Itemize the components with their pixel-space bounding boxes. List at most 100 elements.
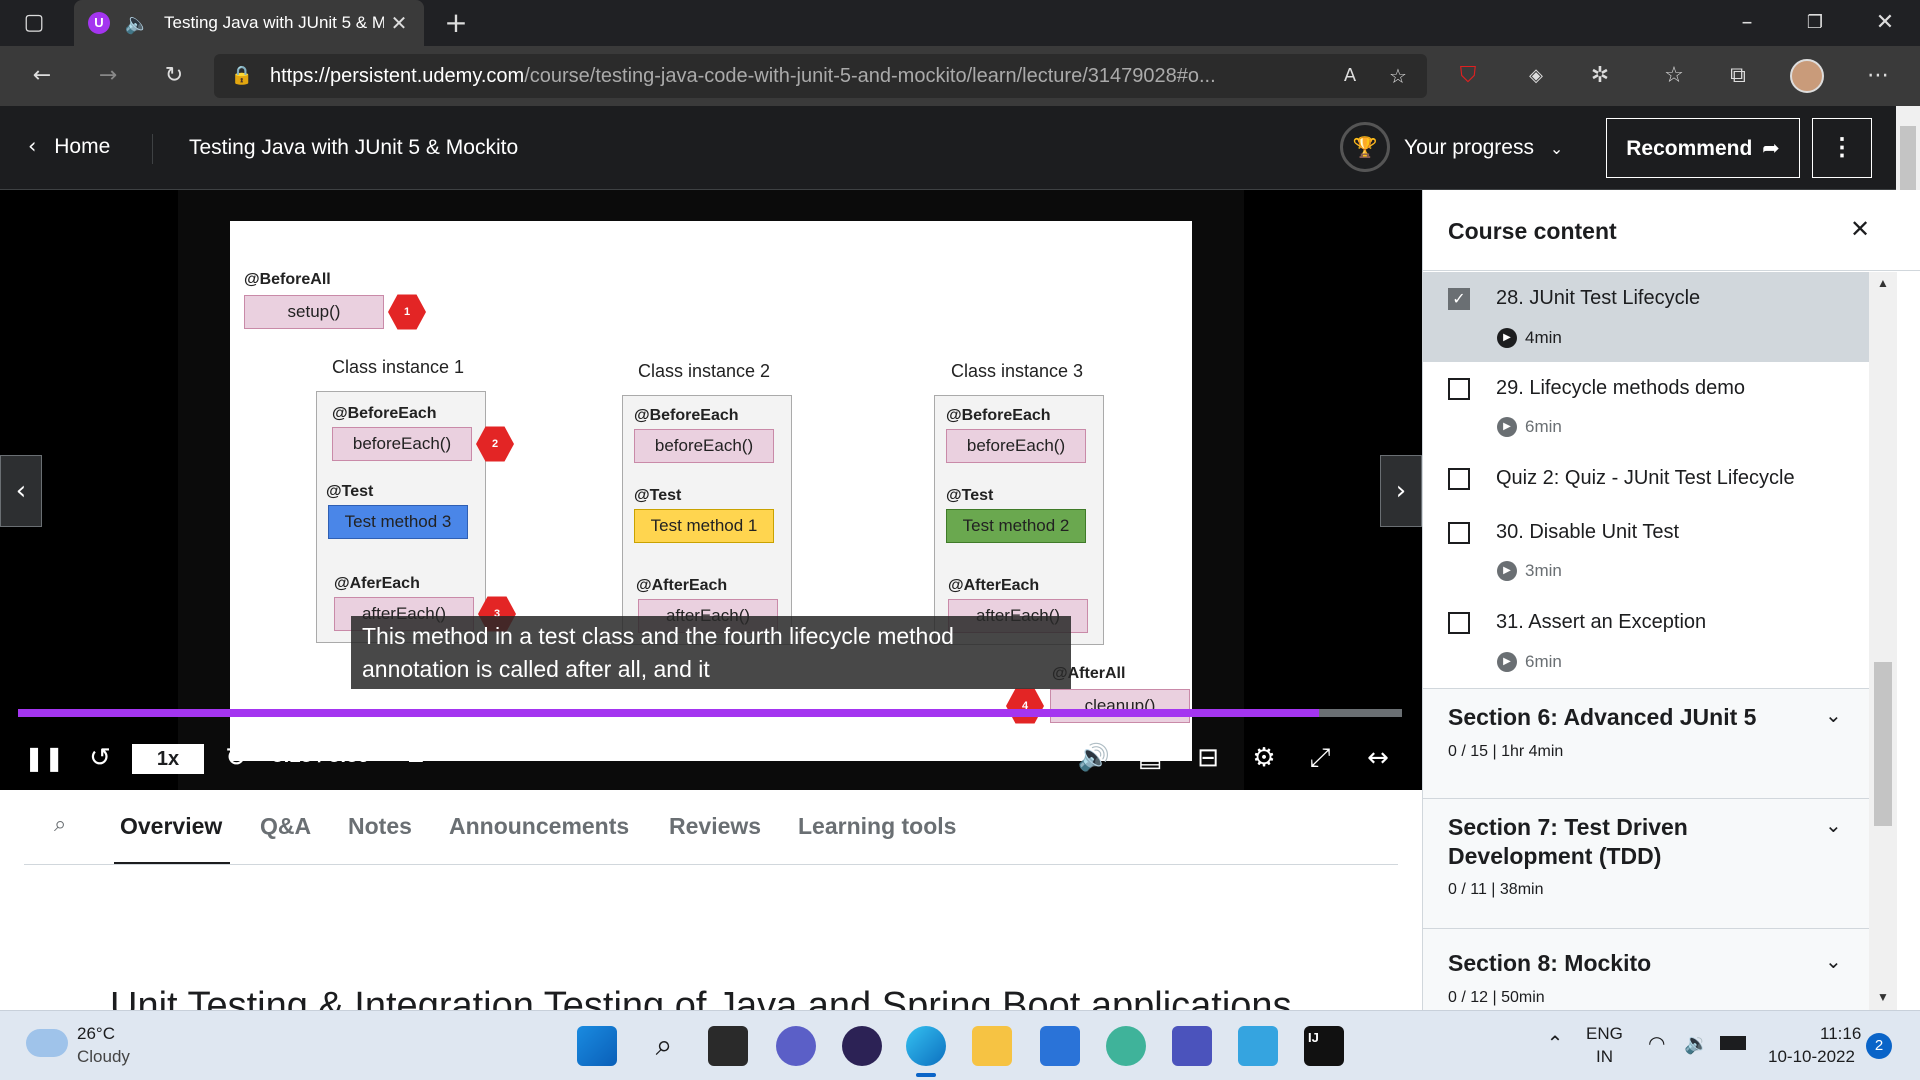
tab-actions-icon[interactable]: ▢ bbox=[14, 3, 54, 43]
tab-learning-tools[interactable]: Learning tools bbox=[798, 813, 956, 840]
lesson-checkbox[interactable] bbox=[1448, 468, 1470, 490]
scroll-up-arrow-icon[interactable]: ▲ bbox=[1877, 276, 1889, 290]
chevron-down-icon[interactable]: ⌄ bbox=[1825, 703, 1851, 729]
lesson-checkbox[interactable] bbox=[1448, 378, 1470, 400]
battery-icon[interactable] bbox=[1720, 1036, 1746, 1050]
lesson-item[interactable]: 31. Assert an Exception ▶ 6min bbox=[1423, 596, 1869, 686]
favorites-icon[interactable]: ☆ bbox=[1654, 56, 1694, 96]
lesson-title: 30. Disable Unit Test bbox=[1496, 521, 1680, 543]
test-method-box: Test method 1 bbox=[634, 509, 774, 543]
tab-reviews[interactable]: Reviews bbox=[669, 813, 761, 840]
browser-tab[interactable]: U 🔈 Testing Java with JUnit 5 & M ✕ bbox=[74, 0, 424, 46]
lesson-checkbox[interactable] bbox=[1448, 522, 1470, 544]
rewind-5-icon[interactable]: ↺ bbox=[80, 738, 120, 778]
search-icon[interactable]: ⌕ bbox=[644, 1026, 684, 1066]
settings-gear-icon[interactable]: ⚙ bbox=[1242, 738, 1286, 778]
language-in[interactable]: IN bbox=[1596, 1047, 1613, 1067]
course-header: ‹ Home Testing Java with JUnit 5 & Mocki… bbox=[0, 106, 1920, 190]
maximize-icon[interactable]: ❐ bbox=[1792, 3, 1838, 43]
test-label: @Test bbox=[946, 487, 994, 504]
section-header[interactable]: Section 6: Advanced JUnit 5 0 / 15 | 1hr… bbox=[1423, 688, 1869, 798]
expand-width-icon[interactable]: ↔ bbox=[1354, 738, 1402, 778]
forward-5-icon[interactable]: ↻ bbox=[216, 738, 256, 778]
chevron-down-icon[interactable]: ⌄ bbox=[1825, 813, 1851, 839]
microsoft-store-icon[interactable] bbox=[1040, 1026, 1080, 1066]
tab-overview[interactable]: Overview bbox=[120, 813, 222, 840]
back-icon[interactable]: ← bbox=[22, 56, 62, 96]
read-aloud-icon[interactable]: A bbox=[1332, 56, 1368, 96]
intellij-idea-icon[interactable]: IJ bbox=[1304, 1026, 1344, 1066]
eclipse-icon[interactable] bbox=[842, 1026, 882, 1066]
teams-chat-icon[interactable] bbox=[776, 1026, 816, 1066]
lesson-item[interactable]: Quiz 2: Quiz - JUnit Test Lifecycle bbox=[1423, 452, 1869, 506]
lesson-item[interactable]: 30. Disable Unit Test ▶ 3min bbox=[1423, 506, 1869, 596]
new-tab-icon[interactable]: + bbox=[436, 3, 476, 43]
completed-checkbox[interactable]: ✓ bbox=[1448, 288, 1470, 310]
video-progress-track[interactable] bbox=[18, 709, 1402, 717]
notepad-icon[interactable] bbox=[1238, 1026, 1278, 1066]
collections-icon[interactable]: ⧉ bbox=[1718, 56, 1758, 96]
section-header[interactable]: Section 8: Mockito 0 / 12 | 50min ⌄ bbox=[1423, 928, 1869, 1010]
recommend-button[interactable]: Recommend ➦ bbox=[1606, 118, 1800, 178]
weather-temperature[interactable]: 26°C bbox=[77, 1024, 115, 1044]
tab-announcements[interactable]: Announcements bbox=[449, 813, 629, 840]
tab-notes[interactable]: Notes bbox=[348, 813, 412, 840]
volume-icon[interactable]: 🔊 bbox=[1072, 738, 1116, 778]
refresh-icon[interactable]: ↻ bbox=[154, 56, 194, 96]
task-view-icon[interactable] bbox=[708, 1026, 748, 1066]
sidebar-scrollbar-thumb[interactable] bbox=[1874, 662, 1892, 826]
pause-icon[interactable]: ❚❚ bbox=[24, 738, 64, 778]
tab-qa[interactable]: Q&A bbox=[260, 813, 311, 840]
lock-icon[interactable]: 🔒 bbox=[228, 56, 256, 96]
show-hidden-icons-chevron-icon[interactable]: ⌃ bbox=[1540, 1031, 1570, 1061]
captions-icon[interactable]: ⊟ bbox=[1186, 738, 1230, 778]
close-tab-icon[interactable]: ✕ bbox=[384, 3, 414, 43]
close-window-icon[interactable]: ✕ bbox=[1862, 3, 1908, 43]
after-each-label: @AfterEach bbox=[948, 577, 1040, 594]
more-menu-icon[interactable]: ⋯ bbox=[1858, 56, 1898, 96]
sidebar-scrollbar[interactable]: ▲ ▼ bbox=[1869, 272, 1897, 1010]
home-link[interactable]: ‹ Home bbox=[28, 134, 128, 164]
cloudy-weather-icon[interactable] bbox=[26, 1029, 68, 1057]
more-options-button[interactable]: ⋮ bbox=[1812, 118, 1872, 178]
language-eng[interactable]: ENG bbox=[1586, 1024, 1623, 1044]
transcript-icon[interactable]: ▤ bbox=[1128, 738, 1172, 778]
chatgpt-app-icon[interactable] bbox=[1106, 1026, 1146, 1066]
scroll-down-arrow-icon[interactable]: ▼ bbox=[1877, 990, 1889, 1004]
ublock-shield-icon[interactable]: ⛉ bbox=[1448, 56, 1488, 96]
playback-speed-button[interactable]: 1x bbox=[132, 744, 204, 774]
url-field[interactable]: 🔒 https://persistent.udemy.com/course/te… bbox=[214, 54, 1427, 98]
search-icon[interactable]: ⌕ bbox=[54, 812, 84, 842]
clock-date[interactable]: 10-10-2022 bbox=[1768, 1047, 1855, 1067]
forward-icon[interactable]: → bbox=[88, 56, 128, 96]
profile-avatar[interactable] bbox=[1790, 59, 1824, 93]
wifi-icon[interactable]: ◠ bbox=[1648, 1031, 1676, 1059]
lesson-title: Quiz 2: Quiz - JUnit Test Lifecycle bbox=[1496, 467, 1795, 489]
start-windows-icon[interactable] bbox=[577, 1026, 617, 1066]
course-title[interactable]: Testing Java with JUnit 5 & Mockito bbox=[189, 136, 689, 164]
extensions-icon[interactable]: ✲ bbox=[1580, 56, 1620, 96]
speaker-icon[interactable]: 🔈 bbox=[122, 3, 152, 43]
notification-badge[interactable]: 2 bbox=[1866, 1033, 1892, 1059]
previous-lecture-button[interactable]: ‹ bbox=[0, 455, 42, 527]
edge-browser-icon[interactable] bbox=[906, 1026, 946, 1066]
clock-time[interactable]: 11:16 bbox=[1820, 1024, 1861, 1044]
lesson-item[interactable]: ✓ 28. JUnit Test Lifecycle ▶ 4min bbox=[1423, 272, 1869, 362]
volume-icon[interactable]: 🔉 bbox=[1684, 1031, 1712, 1059]
close-sidebar-icon[interactable]: ✕ bbox=[1843, 212, 1877, 246]
weather-condition[interactable]: Cloudy bbox=[77, 1047, 130, 1067]
lesson-item[interactable]: 29. Lifecycle methods demo ▶ 6min bbox=[1423, 362, 1869, 452]
add-note-icon[interactable]: ≡ bbox=[396, 738, 436, 778]
favorite-add-icon[interactable]: ☆ bbox=[1380, 56, 1416, 96]
next-lecture-button[interactable]: › bbox=[1380, 455, 1422, 527]
chevron-down-icon[interactable]: ⌄ bbox=[1825, 949, 1851, 975]
minimize-icon[interactable]: – bbox=[1724, 3, 1770, 43]
section-header[interactable]: Section 7: Test Driven Development (TDD)… bbox=[1423, 798, 1869, 928]
trophy-progress-icon[interactable]: 🏆 bbox=[1340, 122, 1390, 172]
translate-extension-icon[interactable]: ◈ bbox=[1516, 56, 1556, 96]
your-progress-button[interactable]: Your progress ⌄ bbox=[1404, 136, 1574, 164]
lesson-checkbox[interactable] bbox=[1448, 612, 1470, 634]
fullscreen-icon[interactable]: ⤢ bbox=[1298, 738, 1342, 778]
teams-icon[interactable] bbox=[1172, 1026, 1212, 1066]
file-explorer-icon[interactable] bbox=[972, 1026, 1012, 1066]
